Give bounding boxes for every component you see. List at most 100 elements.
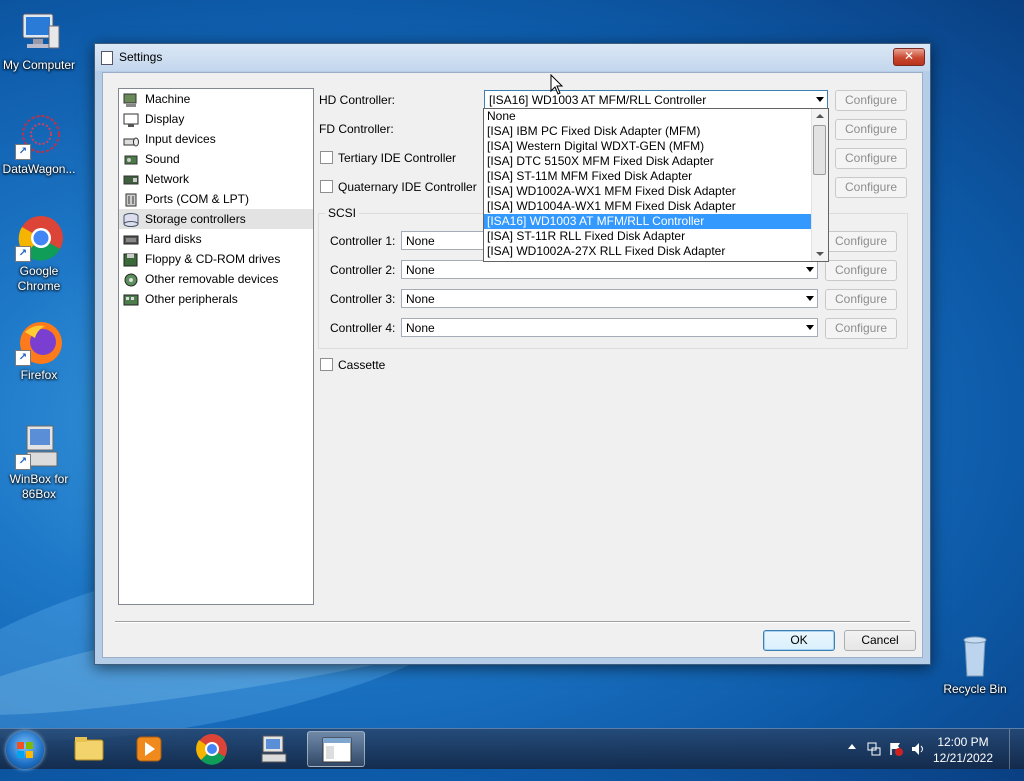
scroll-up-arrow-icon[interactable] — [816, 114, 824, 118]
taskbar-chrome-button[interactable] — [183, 731, 241, 767]
scsi-controller-4-configure-button[interactable]: Configure — [825, 318, 897, 339]
taskbar-media-player-button[interactable] — [120, 731, 178, 767]
nav-item-hard-disks[interactable]: Hard disks — [119, 229, 313, 249]
cancel-button[interactable]: Cancel — [844, 630, 916, 651]
dropdown-scrollbar[interactable] — [811, 109, 828, 261]
desktop-icon-winbox-for-86box[interactable]: ↗ WinBox for 86Box — [1, 422, 77, 502]
scsi-controller-3-select[interactable]: None — [401, 289, 818, 308]
tertiary-ide-label: Tertiary IDE Controller — [338, 151, 457, 165]
scsi-controller-3-value: None — [406, 292, 435, 306]
winbox-icon: ↗ — [15, 422, 63, 470]
taskbar-explorer-button[interactable] — [60, 731, 118, 767]
dropdown-option[interactable]: [ISA16] WD1003 AT MFM/RLL Controller — [484, 214, 811, 229]
nav-item-display[interactable]: Display — [119, 109, 313, 129]
nav-item-network[interactable]: Network — [119, 169, 313, 189]
hd-controller-dropdown-list[interactable]: None [ISA] IBM PC Fixed Disk Adapter (MFM… — [483, 108, 829, 262]
scrollbar-thumb[interactable] — [813, 125, 826, 175]
tertiary-ide-checkbox[interactable] — [320, 151, 333, 164]
taskbar-settings-window-button[interactable] — [307, 731, 365, 767]
dropdown-option[interactable]: [ISA] ST-11R RLL Fixed Disk Adapter — [484, 229, 811, 244]
start-button[interactable] — [6, 731, 44, 769]
desktop-icon-datawagon[interactable]: ↗ DataWagon... — [1, 112, 77, 177]
dropdown-option[interactable]: [ISA] WD1002A-27X RLL Fixed Disk Adapter — [484, 244, 811, 259]
scsi-group-title: SCSI — [325, 206, 360, 220]
nav-item-ports[interactable]: Ports (COM & LPT) — [119, 189, 313, 209]
storage-controller-icon — [123, 212, 139, 227]
recycle-bin-icon — [951, 632, 999, 680]
scsi-controller-2-select[interactable]: None — [401, 260, 818, 279]
nav-item-floppy-cdrom[interactable]: Floppy & CD-ROM drives — [119, 249, 313, 269]
ok-button[interactable]: OK — [763, 630, 835, 651]
shortcut-arrow-icon: ↗ — [15, 454, 31, 470]
clock-time: 12:00 PM — [937, 735, 989, 749]
machine-icon — [123, 93, 139, 107]
close-button[interactable]: ✕ — [893, 48, 925, 66]
scsi-controller-2-value: None — [406, 263, 435, 277]
scsi-controller-2-configure-button[interactable]: Configure — [825, 260, 897, 281]
scsi-controller-4-value: None — [406, 321, 435, 335]
settings-window-icon — [322, 737, 352, 763]
desktop-icon-label: Firefox — [20, 368, 58, 382]
nav-item-label: Storage controllers — [145, 212, 246, 226]
mouse-cursor-icon — [550, 74, 564, 95]
desktop-icon-label: Recycle Bin — [943, 682, 1007, 696]
desktop-icon-my-computer[interactable]: My Computer — [1, 8, 77, 73]
window-icon — [101, 51, 113, 65]
hd-controller-label: HD Controller: — [319, 93, 396, 107]
datawagon-icon: ↗ — [15, 112, 63, 160]
nav-item-other-removable[interactable]: Other removable devices — [119, 269, 313, 289]
nav-item-other-peripherals[interactable]: Other peripherals — [119, 289, 313, 309]
nav-item-label: Other removable devices — [145, 272, 279, 286]
cassette-checkbox[interactable] — [320, 358, 333, 371]
dropdown-option[interactable]: [ISA] Western Digital WDXT-GEN (MFM) — [484, 139, 811, 154]
volume-icon[interactable] — [910, 741, 926, 757]
scsi-controller-2-label: Controller 2: — [330, 263, 396, 277]
nav-item-input-devices[interactable]: Input devices — [119, 129, 313, 149]
settings-category-list[interactable]: Machine Display Input devices Sound Netw… — [118, 88, 314, 605]
taskbar-winbox-button[interactable] — [245, 731, 303, 767]
scroll-down-arrow-icon[interactable] — [816, 252, 824, 256]
scsi-controller-1-configure-button[interactable]: Configure — [825, 231, 897, 252]
chevron-down-icon — [816, 97, 824, 102]
scsi-controller-1-value: None — [406, 234, 435, 248]
quaternary-ide-configure-button[interactable]: Configure — [835, 177, 907, 198]
nav-item-label: Display — [145, 112, 185, 126]
tertiary-ide-configure-button[interactable]: Configure — [835, 148, 907, 169]
desktop-icon-label: My Computer — [2, 58, 76, 72]
firefox-icon: ↗ — [15, 318, 63, 366]
show-desktop-button[interactable] — [1009, 729, 1024, 769]
window-title: Settings — [119, 50, 163, 64]
nav-item-label: Hard disks — [145, 232, 202, 246]
hd-controller-configure-button[interactable]: Configure — [835, 90, 907, 111]
chevron-down-icon — [806, 267, 814, 272]
show-hidden-icons-icon[interactable] — [848, 744, 856, 749]
nav-item-sound[interactable]: Sound — [119, 149, 313, 169]
dropdown-items: None [ISA] IBM PC Fixed Disk Adapter (MFM… — [484, 109, 828, 259]
desktop-icon-label: DataWagon... — [2, 162, 76, 176]
computer-icon — [15, 8, 63, 56]
clock[interactable]: 12:00 PM 12/21/2022 — [928, 734, 998, 766]
dropdown-option[interactable]: [ISA] IBM PC Fixed Disk Adapter (MFM) — [484, 124, 811, 139]
desktop-icon-firefox[interactable]: ↗ Firefox — [1, 318, 77, 383]
scsi-controller-4-select[interactable]: None — [401, 318, 818, 337]
dropdown-option[interactable]: [ISA] DTC 5150X MFM Fixed Disk Adapter — [484, 154, 811, 169]
fd-controller-configure-button[interactable]: Configure — [835, 119, 907, 140]
dropdown-option[interactable]: [ISA] WD1004A-WX1 MFM Fixed Disk Adapter — [484, 199, 811, 214]
dropdown-option[interactable]: [ISA] WD1002A-WX1 MFM Fixed Disk Adapter — [484, 184, 811, 199]
winbox-icon — [261, 735, 287, 763]
nav-item-storage-controllers[interactable]: Storage controllers — [119, 209, 313, 229]
nav-item-machine[interactable]: Machine — [119, 89, 313, 109]
title-bar[interactable]: Settings ✕ — [95, 44, 930, 71]
scsi-controller-3-configure-button[interactable]: Configure — [825, 289, 897, 310]
desktop-icon-google-chrome[interactable]: ↗ Google Chrome — [1, 214, 77, 294]
quaternary-ide-checkbox[interactable] — [320, 180, 333, 193]
display-icon — [123, 113, 139, 127]
dropdown-option[interactable]: None — [484, 109, 811, 124]
desktop-icon-recycle-bin[interactable]: Recycle Bin — [937, 632, 1013, 697]
dropdown-option[interactable]: [ISA] ST-11M MFM Fixed Disk Adapter — [484, 169, 811, 184]
scsi-controller-4-label: Controller 4: — [330, 321, 396, 335]
action-center-icon[interactable] — [888, 741, 904, 757]
network-icon[interactable] — [866, 741, 882, 757]
hd-controller-select[interactable]: [ISA16] WD1003 AT MFM/RLL Controller — [484, 90, 828, 109]
cassette-label: Cassette — [338, 358, 386, 372]
